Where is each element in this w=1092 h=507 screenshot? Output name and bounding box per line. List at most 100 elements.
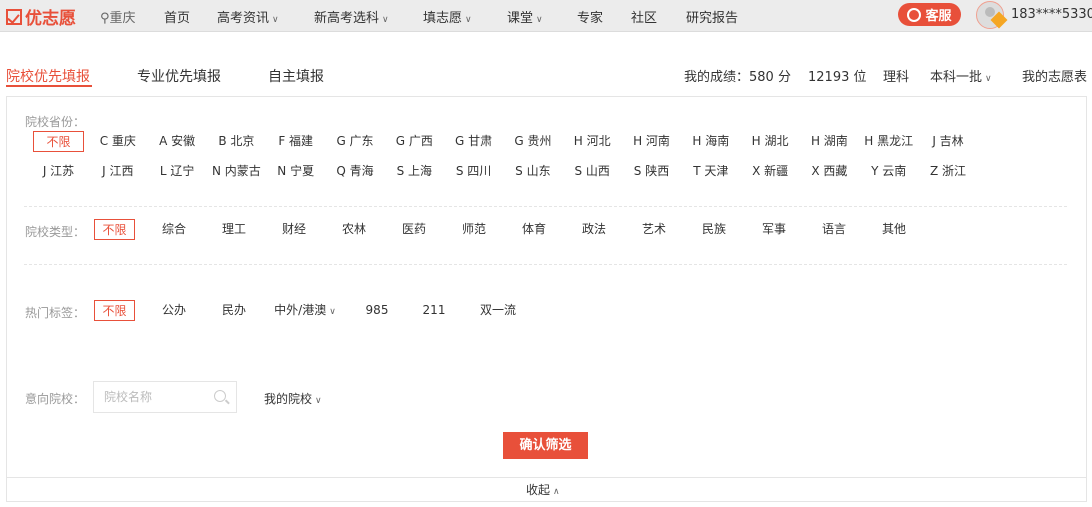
tab-school-first[interactable]: 院校优先填报 — [6, 66, 90, 86]
province-option[interactable]: N 宁夏 — [266, 161, 325, 182]
province-option[interactable]: S 上海 — [385, 161, 444, 182]
tab-self-fill[interactable]: 自主填报 — [268, 66, 324, 86]
chevron-down-icon: ∨ — [315, 396, 322, 406]
my-list-link[interactable]: 我的志愿表 — [1022, 66, 1087, 85]
nav-item[interactable]: 高考资讯 ∨ — [217, 7, 279, 26]
divider — [6, 477, 1087, 478]
province-option[interactable]: G 贵州 — [503, 131, 562, 152]
province-label: 院校省份： — [25, 115, 86, 129]
chevron-down-icon: ∨ — [536, 15, 543, 25]
province-option[interactable]: H 海南 — [681, 131, 740, 152]
province-option[interactable]: G 广东 — [326, 131, 385, 152]
province-option[interactable]: S 四川 — [444, 161, 503, 182]
intent-label: 意向院校： — [25, 392, 86, 406]
chevron-down-icon: ∨ — [272, 15, 279, 25]
my-schools-dropdown[interactable]: 我的院校 ∨ — [264, 390, 322, 407]
nav-item[interactable]: 专家 — [577, 7, 603, 26]
school-search-input[interactable] — [94, 382, 204, 412]
province-option[interactable]: B 北京 — [207, 131, 266, 152]
tag-option[interactable]: 公办 — [148, 300, 200, 321]
top-header: 优志愿 ⚲重庆 首页 高考资讯 ∨ 新高考选科 ∨ 填志愿 ∨ 课堂 ∨ 专家 社区 研究报告 客服 … — [0, 0, 1092, 32]
type-option[interactable]: 不限 — [94, 219, 135, 240]
search-icon[interactable] — [214, 390, 226, 402]
chevron-down-icon: ∨ — [465, 15, 472, 25]
user-phone[interactable]: 183****5330 — [1011, 7, 1092, 22]
province-option[interactable]: L 辽宁 — [148, 161, 207, 182]
type-option[interactable]: 医药 — [384, 219, 444, 240]
province-option[interactable]: X 新疆 — [741, 161, 800, 182]
tag-option[interactable]: 不限 — [94, 300, 135, 321]
type-option[interactable]: 语言 — [804, 219, 864, 240]
type-option[interactable]: 政法 — [564, 219, 624, 240]
province-option[interactable]: C 重庆 — [88, 131, 147, 152]
province-option[interactable]: J 吉林 — [919, 131, 978, 152]
batch-dropdown[interactable]: 本科一批 ∨ — [930, 66, 992, 85]
province-option[interactable]: 不限 — [33, 131, 84, 152]
check-logo-icon — [6, 8, 22, 25]
province-option[interactable]: H 河北 — [563, 131, 622, 152]
province-option[interactable]: G 广西 — [385, 131, 444, 152]
type-option[interactable]: 民族 — [684, 219, 744, 240]
province-option[interactable]: G 甘肃 — [444, 131, 503, 152]
active-tab-underline — [6, 85, 92, 87]
nav-item[interactable]: 研究报告 — [686, 7, 738, 26]
type-option[interactable]: 军事 — [744, 219, 804, 240]
province-option[interactable]: Y 云南 — [859, 161, 918, 182]
province-option[interactable]: S 山西 — [563, 161, 622, 182]
province-option[interactable]: H 湖北 — [741, 131, 800, 152]
tab-major-first[interactable]: 专业优先填报 — [137, 66, 221, 86]
nav-label: 首页 — [164, 11, 191, 26]
nav-label: 高考资讯 — [217, 11, 270, 26]
location-selector[interactable]: ⚲重庆 — [100, 7, 136, 26]
chat-icon — [907, 7, 922, 22]
type-option[interactable]: 理工 — [204, 219, 264, 240]
nav-label: 专家 — [577, 11, 604, 26]
type-option[interactable]: 农林 — [324, 219, 384, 240]
tag-option[interactable]: 民办 — [208, 300, 260, 321]
confirm-filter-button[interactable]: 确认筛选 — [503, 432, 588, 459]
logo[interactable]: 优志愿 — [6, 4, 76, 29]
school-search[interactable] — [93, 381, 237, 413]
tag-option[interactable]: 985 — [352, 300, 402, 321]
type-option[interactable]: 艺术 — [624, 219, 684, 240]
province-option[interactable]: H 黑龙江 — [859, 131, 918, 152]
province-option[interactable]: F 福建 — [266, 131, 325, 152]
tag-option[interactable]: 双一流 — [468, 300, 528, 321]
province-option[interactable]: S 陕西 — [622, 161, 681, 182]
chevron-up-icon: ∧ — [553, 487, 560, 497]
type-option[interactable]: 财经 — [264, 219, 324, 240]
tag-option[interactable]: 211 — [408, 300, 460, 321]
nav-item[interactable]: 社区 — [631, 7, 657, 26]
nav-item[interactable]: 课堂 ∨ — [507, 7, 543, 26]
province-option[interactable]: X 西藏 — [800, 161, 859, 182]
tag-option[interactable]: 中外/港澳 ∨ — [268, 300, 342, 321]
divider — [24, 206, 1067, 207]
province-option[interactable]: A 安徽 — [148, 131, 207, 152]
my-score: 我的成绩：580 分 — [684, 70, 791, 85]
chevron-down-icon: ∨ — [329, 307, 336, 317]
nav-item[interactable]: 填志愿 ∨ — [423, 7, 472, 26]
nav-item[interactable]: 首页 — [164, 7, 190, 26]
type-option[interactable]: 师范 — [444, 219, 504, 240]
collapse-button[interactable]: 收起 ∧ — [526, 481, 560, 498]
subject: 理科 — [883, 70, 910, 85]
province-option[interactable]: S 山东 — [503, 161, 562, 182]
nav-label: 社区 — [631, 11, 658, 26]
province-option[interactable]: Q 青海 — [326, 161, 385, 182]
province-option[interactable]: H 湖南 — [800, 131, 859, 152]
chevron-down-icon: ∨ — [382, 15, 389, 25]
nav-label: 新高考选科 — [314, 11, 380, 26]
type-option[interactable]: 体育 — [504, 219, 564, 240]
my-rank: 12193 位 — [808, 70, 867, 85]
province-option[interactable]: Z 浙江 — [919, 161, 978, 182]
province-option[interactable]: H 河南 — [622, 131, 681, 152]
province-option[interactable]: J 江苏 — [29, 161, 88, 182]
type-option[interactable]: 其他 — [864, 219, 924, 240]
type-option[interactable]: 综合 — [144, 219, 204, 240]
nav-item[interactable]: 新高考选科 ∨ — [314, 7, 389, 26]
tag-label: 中外/港澳 — [274, 303, 327, 317]
province-option[interactable]: T 天津 — [681, 161, 740, 182]
customer-service-button[interactable]: 客服 — [898, 3, 961, 26]
province-option[interactable]: J 江西 — [88, 161, 147, 182]
province-option[interactable]: N 内蒙古 — [207, 161, 266, 182]
